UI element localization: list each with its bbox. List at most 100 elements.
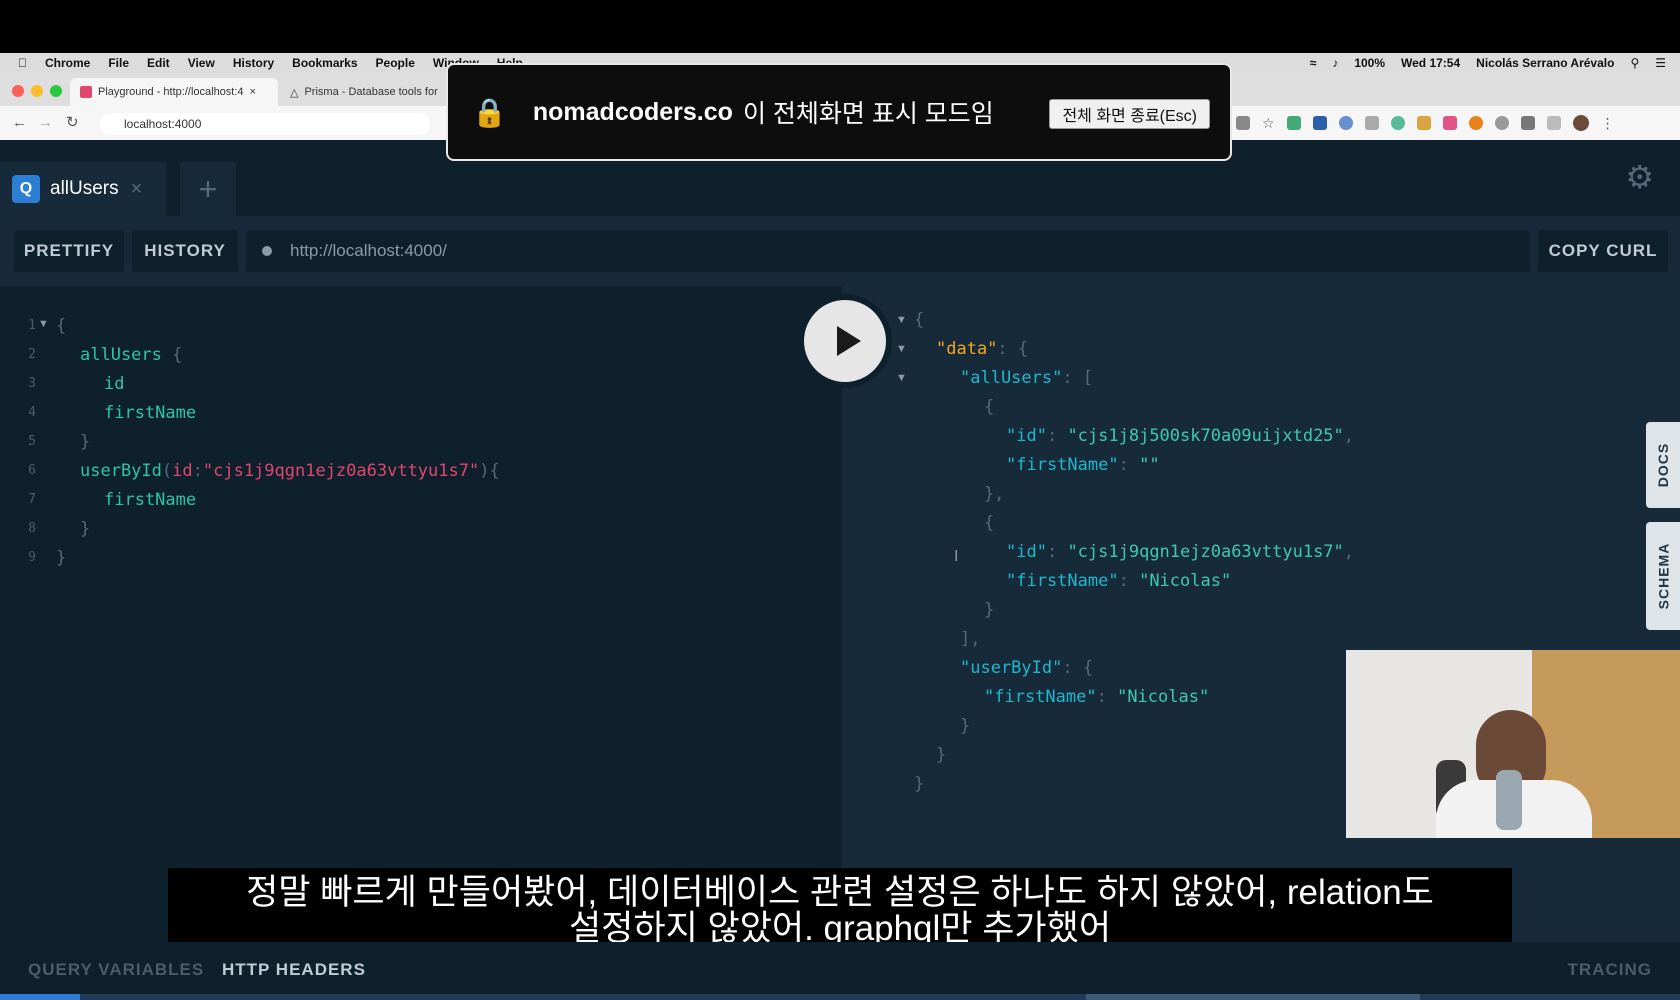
star-icon[interactable]: ☆ (1262, 115, 1275, 132)
new-tab-button[interactable]: + (180, 162, 236, 216)
json-token: } (960, 716, 971, 736)
subtitle-line: 정말 빠르게 만들어봤어, 데이터베이스 관련 설정은 하나도 하지 않았어, … (246, 873, 1434, 912)
schema-tab[interactable]: SCHEMA (1646, 522, 1680, 630)
menu-view[interactable]: View (188, 56, 215, 70)
extension-icon[interactable] (1364, 116, 1379, 130)
query-editor[interactable]: 1 ▼ 2 3 4 5 6 7 8 9 { allUsers { id firs… (0, 286, 842, 942)
tracing-tab[interactable]: TRACING (1568, 960, 1652, 980)
json-token: : { (1062, 658, 1094, 678)
playground-tab-allusers[interactable]: Q allUsers × (0, 162, 166, 216)
json-line: "data": { (936, 339, 1028, 359)
line-number: 7 (28, 492, 36, 507)
copy-curl-button[interactable]: COPY CURL (1538, 230, 1668, 272)
progress-fill (0, 994, 80, 1000)
address-field[interactable]: localhost:4000 (100, 113, 430, 135)
code-token: ( (161, 461, 173, 481)
menu-edit[interactable]: Edit (147, 56, 170, 70)
menu-history[interactable]: History (233, 56, 274, 70)
json-key: "data" (936, 339, 998, 359)
json-key: "firstName" (1006, 571, 1119, 591)
extension-icon[interactable] (1520, 116, 1535, 130)
minimize-window-button[interactable] (31, 85, 43, 97)
menubar-user[interactable]: Nicolás Serrano Arévalo (1476, 56, 1614, 70)
line-number: 3 (28, 376, 36, 391)
json-line: "userById": { (960, 658, 1093, 678)
code-token: id (172, 461, 193, 481)
menu-chrome[interactable]: Chrome (45, 56, 90, 70)
json-key: "id" (1006, 426, 1047, 446)
menu-people[interactable]: People (376, 56, 415, 70)
browser-tab-prisma[interactable]: △ Prisma - Database tools for (280, 78, 450, 106)
json-value: "cjs1j9qgn1ejz0a63vttyu1s7" (1067, 542, 1344, 562)
line-number: 5 (28, 434, 36, 449)
line-number: 4 (28, 405, 36, 420)
extension-icon[interactable] (1390, 116, 1405, 130)
apple-icon[interactable]:  (18, 56, 27, 70)
list-icon[interactable]: ☰ (1655, 56, 1666, 70)
menubar-clock[interactable]: Wed 17:54 (1401, 56, 1460, 70)
json-line: "id": "cjs1j9qgn1ejz0a63vttyu1s7", (1006, 542, 1354, 562)
code-line: userById(id:"cjs1j9qgn1ejz0a63vttyu1s7")… (80, 461, 500, 481)
profile-avatar[interactable] (1572, 115, 1589, 131)
line-number: 6 (28, 463, 36, 478)
gear-icon[interactable]: ⚙ (1625, 158, 1654, 196)
extension-icon[interactable] (1546, 116, 1561, 130)
spotlight-icon[interactable]: ⚲ (1630, 56, 1639, 70)
volume-icon[interactable]: ♪ (1332, 56, 1338, 70)
extension-icon[interactable] (1416, 116, 1431, 130)
json-key: "firstName" (1006, 455, 1119, 475)
extension-icon[interactable] (1494, 116, 1509, 130)
line-number: 8 (28, 521, 36, 536)
forward-arrow-icon[interactable]: → (38, 114, 53, 131)
code-token: } (80, 432, 91, 452)
extension-icon[interactable] (1338, 116, 1353, 130)
docs-tab[interactable]: DOCS (1646, 422, 1680, 508)
back-arrow-icon[interactable]: ← (12, 114, 27, 131)
zoom-window-button[interactable] (50, 85, 62, 97)
json-line: "firstName": "Nicolas" (1006, 571, 1231, 591)
json-key: "userById" (960, 658, 1063, 678)
json-value: "Nicolas" (1139, 571, 1232, 591)
query-variables-tab[interactable]: QUERY VARIABLES (28, 960, 204, 980)
extension-icon[interactable] (1468, 116, 1483, 130)
json-line: "firstName": "Nicolas" (984, 687, 1209, 707)
json-token: ], (960, 629, 981, 649)
zoom-icon[interactable] (1236, 116, 1250, 130)
progress-buffer (1086, 994, 1420, 1000)
bottom-panel-bar: QUERY VARIABLES HTTP HEADERS TRACING (0, 942, 1680, 1000)
browser-tab-label: Playground - http://localhost:4 (98, 86, 244, 98)
exit-fullscreen-button[interactable]: 전체 화면 종료(Esc) (1049, 99, 1210, 129)
close-window-button[interactable] (12, 85, 24, 97)
video-progress-bar[interactable] (0, 994, 1680, 1000)
extension-icon[interactable] (1312, 116, 1327, 130)
json-token: { (984, 513, 995, 533)
json-key: "firstName" (984, 687, 1097, 707)
http-headers-tab[interactable]: HTTP HEADERS (222, 960, 366, 980)
fold-arrow-icon[interactable]: ▼ (38, 318, 49, 330)
kebab-menu-icon[interactable]: ⋮ (1601, 115, 1615, 132)
fold-arrow-icon[interactable]: ▼ (896, 343, 907, 355)
execute-query-button[interactable] (804, 300, 886, 382)
json-token: , (1343, 426, 1355, 446)
json-token: : (1118, 571, 1140, 591)
fold-arrow-icon[interactable]: ▼ (896, 314, 907, 326)
fold-arrow-icon[interactable]: ▼ (896, 372, 907, 384)
prettify-button[interactable]: PRETTIFY (14, 230, 124, 272)
json-token: : [ (1062, 368, 1094, 388)
code-token: } (56, 548, 67, 568)
endpoint-input[interactable]: http://localhost:4000/ (246, 230, 1530, 272)
tab-close-icon[interactable]: × (250, 86, 256, 98)
history-button[interactable]: HISTORY (132, 230, 238, 272)
menu-bookmarks[interactable]: Bookmarks (292, 56, 357, 70)
result-pane[interactable]: ▼ ▼ ▼ { "data": { "allUsers": [ { "id": … (842, 286, 1680, 942)
reload-icon[interactable]: ↻ (66, 113, 79, 131)
menu-file[interactable]: File (108, 56, 129, 70)
wifi-icon[interactable]: ≈ (1310, 56, 1317, 70)
extension-icon[interactable] (1286, 116, 1301, 130)
browser-tab-playground[interactable]: Playground - http://localhost:4 × (70, 78, 278, 106)
extension-icon[interactable] (1442, 116, 1457, 130)
close-icon[interactable]: × (131, 178, 143, 201)
json-token: : (1046, 542, 1068, 562)
address-text: localhost:4000 (124, 117, 202, 131)
battery-text[interactable]: 100% (1354, 56, 1385, 70)
